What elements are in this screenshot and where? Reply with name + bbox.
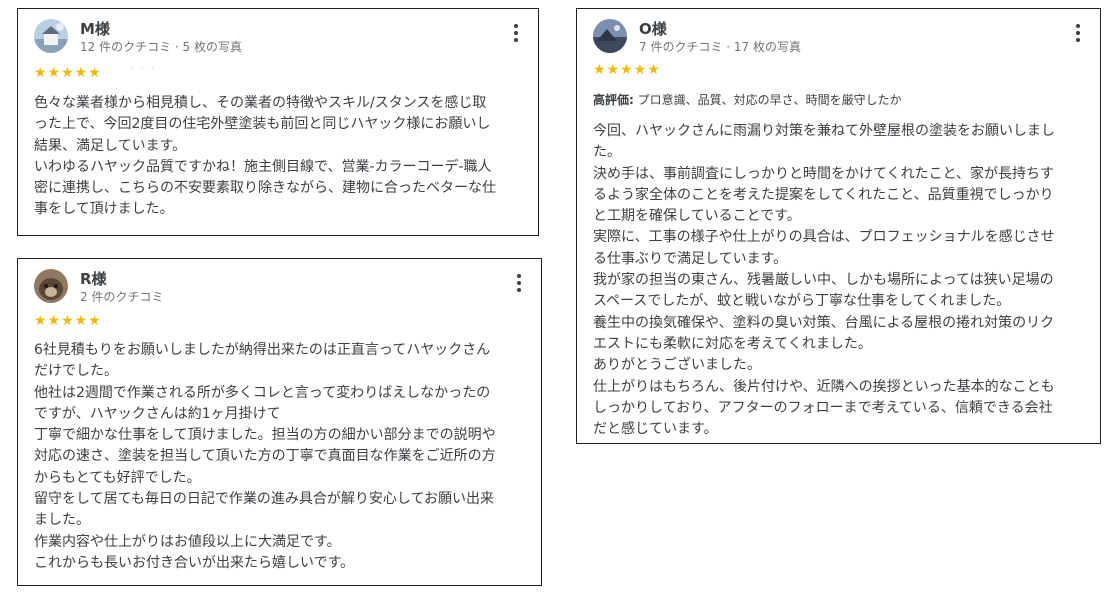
review-header: R様 2 件のクチコミ <box>34 269 525 309</box>
review-header: O様 7 件のクチコミ · 17 枚の写真 <box>593 19 1084 59</box>
reviewer-meta: 7 件のクチコミ · 17 枚の写真 <box>639 40 801 54</box>
review-line: った上で、今回2度目の住宅外壁塗装も前回と同じハヤック様にお願いし <box>34 116 491 133</box>
review-text: 6社見積もりをお願いしましたが納得出来たのは正直言ってハヤックさん だけでした。… <box>34 340 527 574</box>
review-line: 実際に、工事の様子や仕上がりの具合は、プロフェッショナルを感じさせ <box>593 229 1055 246</box>
review-card-o: O様 7 件のクチコミ · 17 枚の写真 ★★★★★ 高評価: プロ意識、品質… <box>576 8 1101 444</box>
review-line: スペースでしたが、蚊と戦いながら丁寧な仕事をしてくれました。 <box>593 293 1011 310</box>
review-card-r: R様 2 件のクチコミ ★★★★★ 6社見積もりをお願いしましたが納得出来たのは… <box>17 258 542 586</box>
highlights-text: プロ意識、品質、対応の早さ、時間を厳守したか <box>633 93 902 107</box>
reviewer-meta: 2 件のクチコミ <box>80 290 164 304</box>
highlights-label: 高評価: <box>593 93 634 107</box>
review-line: た。 <box>593 144 621 161</box>
review-line: 我が家の担当の東さん、残暑厳しい中、しかも場所によっては狭い足場の <box>593 272 1054 289</box>
review-line: と工期を確保していることです。 <box>593 208 801 225</box>
review-line: 留守をして居ても毎日の日記で作業の進み具合が解り安心してお願い出来 <box>34 491 495 508</box>
review-header: M様 12 件のクチコミ · 5 枚の写真 <box>34 19 522 59</box>
review-line: 対応の速さ、塗装を担当して頂いた方の丁寧で真面目な作業をご近所の方 <box>34 448 496 465</box>
review-line: からもとても好評でした。 <box>34 469 201 486</box>
avatar[interactable] <box>34 269 68 303</box>
review-line: 6社見積もりをお願いしましたが納得出来たのは正直言ってハヤックさん <box>34 342 491 358</box>
more-vert-icon[interactable] <box>506 21 526 47</box>
star-rating: ★★★★★ <box>593 62 661 78</box>
review-line: 結果、満足しています。 <box>34 137 187 154</box>
review-line: るよう家全体のことを考えた提案をしてくれたこと、品質重視でしっかり <box>593 186 1054 203</box>
review-line: ありがとうございました。 <box>593 357 761 374</box>
faint-marker: · · · <box>130 64 156 75</box>
review-line: 他社は2週間で作業される所が多くコレと言って変わりばえしなかったの <box>34 384 491 401</box>
review-text: 色々な業者様から相見積し、その業者の特徴やスキル/スタンスを感じ取 った上で、今… <box>34 93 524 221</box>
avatar[interactable] <box>593 19 627 53</box>
avatar[interactable] <box>34 19 68 53</box>
review-line: 事をして頂けました。 <box>34 201 174 218</box>
review-line: これからも長いお付き合いが出来たら嬉しいです。 <box>34 554 355 571</box>
reviewer-name[interactable]: R様 <box>80 268 107 289</box>
review-line: いわゆるハヤック品質ですかね！施主側目線で、営業-カラーコーデ-職人 <box>34 158 492 175</box>
reviewer-name[interactable]: M様 <box>80 18 110 39</box>
review-line: エストにも柔軟に対応を考えてくれました。 <box>593 335 872 352</box>
review-line: 作業内容や仕上がりはお値段以上に大満足です。 <box>34 533 341 550</box>
review-line: しっかりしており、アフターのフォローまで考えている、信頼できる会社 <box>593 399 1053 416</box>
review-line: だけでした。 <box>34 363 118 380</box>
review-line: ですが、ハヤックさんは約1ヶ月掛けて <box>34 405 281 422</box>
review-line: 丁寧で細かな仕事をして頂けました。担当の方の細かい部分までの説明や <box>34 427 496 444</box>
review-line: 仕上がりはもちろん、後片付けや、近隣への挨拶といった基本的なことも <box>593 378 1055 395</box>
reviewer-name[interactable]: O様 <box>639 18 667 39</box>
review-card-m: M様 12 件のクチコミ · 5 枚の写真 ★★★★★ · · · 色々な業者様… <box>17 8 539 236</box>
star-rating: ★★★★★ <box>34 65 102 81</box>
review-line: ました。 <box>34 512 90 529</box>
review-line: 密に連携し、こちらの不安要素取り除きながら、建物に合ったベターな仕 <box>34 180 496 197</box>
more-vert-icon[interactable] <box>509 271 529 297</box>
review-line: だと感じています。 <box>593 421 718 438</box>
review-line: 色々な業者様から相見積し、その業者の特徴やスキル/スタンスを感じ取 <box>34 95 487 111</box>
review-highlights: 高評価: プロ意識、品質、対応の早さ、時間を厳守したか <box>593 91 1086 108</box>
more-vert-icon[interactable] <box>1068 21 1088 47</box>
review-line: 今回、ハヤックさんに雨漏り対策を兼ねて外壁屋根の塗装をお願いしまし <box>593 123 1055 139</box>
review-line: 養生中の換気確保や、塗料の臭い対策、台風による屋根の捲れ対策のリク <box>593 314 1055 331</box>
star-rating: ★★★★★ <box>34 313 102 329</box>
review-line: る仕事ぶりで満足しています。 <box>593 250 788 267</box>
review-line: 決め手は、事前調査にしっかりと時間をかけてくれたこと、家が長持ちす <box>593 165 1055 182</box>
review-text: 今回、ハヤックさんに雨漏り対策を兼ねて外壁屋根の塗装をお願いしまし た。 決め手… <box>593 121 1086 440</box>
reviewer-meta: 12 件のクチコミ · 5 枚の写真 <box>80 40 242 54</box>
